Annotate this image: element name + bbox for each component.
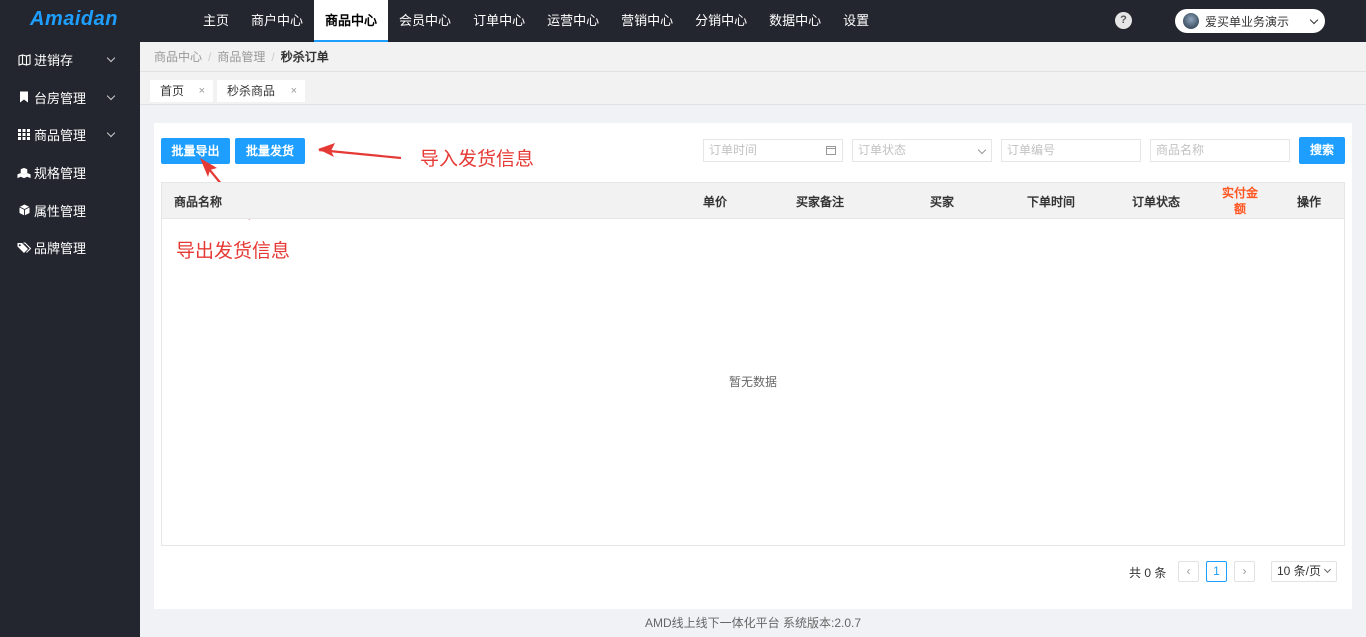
app-logo[interactable]: Amaidan — [30, 8, 118, 31]
column-paid-amount: 实付金 额 — [1220, 183, 1260, 219]
tab-label: 秒杀商品 — [227, 84, 276, 98]
nav-item-settings[interactable]: 设置 — [832, 0, 880, 42]
page-tabs: 首页 × 秒杀商品 × — [140, 73, 1366, 105]
order-time-placeholder: 订单时间 — [709, 143, 758, 157]
order-time-input[interactable]: 订单时间 — [703, 139, 843, 162]
cubes-icon — [17, 167, 31, 179]
column-order-time: 下单时间 — [1027, 194, 1076, 209]
tab-flash-sale-products[interactable]: 秒杀商品 × — [217, 80, 305, 102]
nav-item-merchant-center[interactable]: 商户中心 — [240, 0, 314, 42]
paid-amount-label-line2: 额 — [1233, 202, 1246, 216]
sidebar-item-inventory[interactable]: 进销存 — [0, 41, 140, 79]
breadcrumb-separator: / — [208, 50, 212, 64]
empty-state: 暂无数据 — [728, 375, 777, 389]
nav-item-product-center[interactable]: 商品中心 — [314, 0, 389, 42]
column-buyer-note: 买家备注 — [796, 194, 845, 209]
help-icon[interactable]: ? — [1115, 12, 1132, 29]
chevron-down-icon — [1323, 565, 1332, 574]
chevron-down-icon — [1309, 15, 1319, 24]
page-number-current[interactable]: 1 — [1206, 561, 1227, 582]
sidebar-item-label: 商品管理 — [34, 128, 87, 144]
nav-item-operations-center[interactable]: 运营中心 — [536, 0, 610, 42]
table-header: 商品名称 单价 买家备注 买家 下单时间 订单状态 实付金 额 操作 — [162, 183, 1344, 219]
chevron-down-icon — [106, 91, 116, 100]
sidebar-item-label: 属性管理 — [34, 203, 87, 219]
page-size-select[interactable]: 10 条/页 — [1271, 561, 1337, 582]
top-navbar: Amaidan 主页 商户中心 商品中心 会员中心 订单中心 运营中心 营销中心… — [0, 0, 1366, 42]
sidebar-item-label: 规格管理 — [34, 166, 87, 182]
nav-item-home[interactable]: 主页 — [192, 0, 240, 42]
order-status-select[interactable]: 订单状态 — [852, 139, 992, 162]
order-status-placeholder: 订单状态 — [858, 143, 907, 157]
sidebar-item-attribute-management[interactable]: 属性管理 — [0, 191, 140, 229]
breadcrumb-item-product-center[interactable]: 商品中心 — [154, 50, 202, 64]
grid-icon — [17, 129, 31, 141]
chevron-down-icon — [977, 140, 987, 161]
column-unit-price: 单价 — [703, 194, 728, 209]
prev-page-button[interactable]: ‹ — [1178, 561, 1199, 582]
next-page-button[interactable]: › — [1234, 561, 1255, 582]
sidebar: 进销存 台房管理 商品管理 规格管理 属性管理 品牌管理 — [0, 42, 140, 637]
breadcrumb-item-product-management[interactable]: 商品管理 — [217, 50, 265, 64]
nav-item-distribution-center[interactable]: 分销中心 — [684, 0, 758, 42]
order-number-placeholder: 订单编号 — [1007, 143, 1056, 157]
nav-item-member-center[interactable]: 会员中心 — [388, 0, 462, 42]
tab-home[interactable]: 首页 × — [150, 80, 213, 102]
sidebar-item-spec-management[interactable]: 规格管理 — [0, 154, 140, 192]
product-name-placeholder: 商品名称 — [1156, 143, 1205, 157]
bookmark-icon — [17, 91, 31, 103]
orders-table: 商品名称 单价 买家备注 买家 下单时间 订单状态 实付金 额 操作 暂无数据 — [161, 182, 1345, 546]
main-nav: 主页 商户中心 商品中心 会员中心 订单中心 运营中心 营销中心 分销中心 数据… — [192, 0, 880, 42]
column-order-status: 订单状态 — [1132, 194, 1181, 209]
avatar — [1183, 13, 1199, 29]
nav-item-marketing-center[interactable]: 营销中心 — [610, 0, 684, 42]
breadcrumb-current: 秒杀订单 — [280, 50, 329, 64]
content-card: 批量导出 批量发货 导入发货信息 导出发货信息 订单时间 订单状态 订单编号 商… — [154, 123, 1352, 609]
calendar-icon — [826, 140, 836, 163]
tab-label: 首页 — [160, 84, 185, 98]
user-name: 爱买单业务演示 — [1205, 14, 1290, 29]
column-product-name: 商品名称 — [174, 194, 223, 209]
order-number-input[interactable]: 订单编号 — [1001, 139, 1141, 162]
annotation-arrow-import — [318, 143, 402, 160]
sidebar-item-room-management[interactable]: 台房管理 — [0, 79, 140, 117]
breadcrumb-separator: / — [271, 50, 275, 64]
nav-item-order-center[interactable]: 订单中心 — [462, 0, 536, 42]
tags-icon — [17, 242, 31, 254]
product-name-input[interactable]: 商品名称 — [1150, 139, 1290, 162]
sidebar-item-label: 品牌管理 — [34, 241, 87, 257]
pagination-total: 共 0 条 — [1129, 566, 1167, 580]
column-buyer: 买家 — [930, 194, 955, 209]
sidebar-item-product-management[interactable]: 商品管理 — [0, 116, 140, 154]
annotation-import-shipping-info: 导入发货信息 — [420, 149, 535, 170]
user-menu[interactable]: 爱买单业务演示 — [1175, 9, 1325, 33]
chevron-down-icon — [106, 53, 116, 63]
search-button[interactable]: 搜索 — [1299, 137, 1345, 164]
close-icon[interactable]: × — [199, 80, 205, 102]
sidebar-item-label: 进销存 — [34, 53, 74, 69]
close-icon[interactable]: × — [291, 80, 297, 102]
footer-version: AMD线上线下一体化平台 系统版本:2.0.7 — [644, 616, 862, 630]
sidebar-item-label: 台房管理 — [34, 90, 87, 106]
breadcrumb: 商品中心 / 商品管理 / 秒杀订单 — [140, 42, 1366, 72]
sidebar-item-brand-management[interactable]: 品牌管理 — [0, 229, 140, 267]
nav-item-data-center[interactable]: 数据中心 — [758, 0, 832, 42]
cube-icon — [17, 204, 31, 216]
map-icon — [17, 54, 31, 66]
chevron-down-icon — [106, 128, 116, 138]
page-size-value: 10 条/页 — [1277, 564, 1322, 578]
paid-amount-label-line1: 实付金 — [1221, 186, 1258, 200]
column-actions: 操作 — [1297, 194, 1322, 209]
